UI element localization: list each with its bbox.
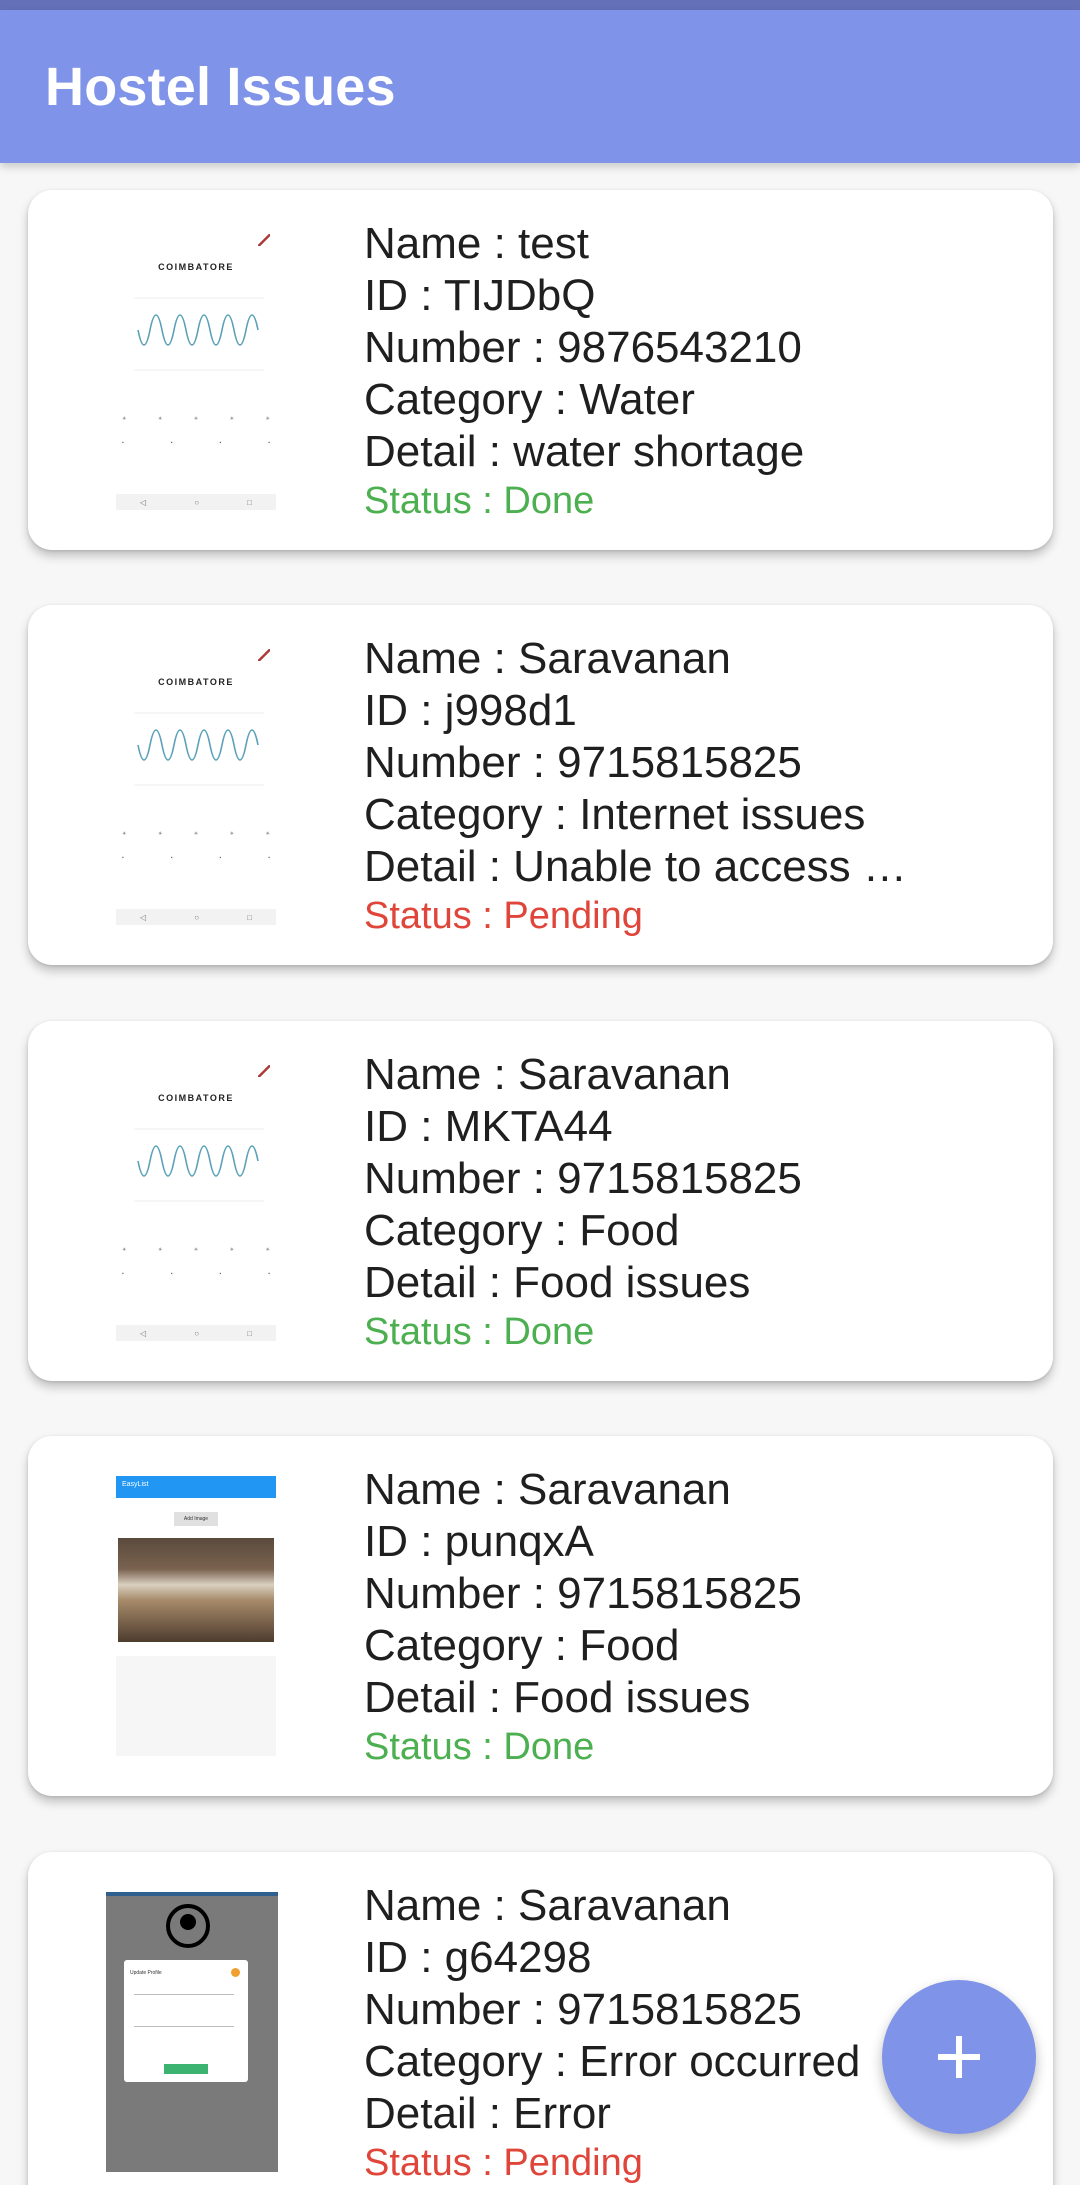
issue-card[interactable]: EasyList Add Image Name : Saravanan ID :… [28, 1436, 1053, 1796]
issue-category: Category : Water [364, 375, 695, 424]
status-bar [0, 0, 1080, 10]
issue-thumbnail: COIMBATORE ☀ ☀ ☀ ☀ ☀ ▪ ▪ ▪ ▪ ◁ ○ □ [116, 645, 276, 925]
thumbnail-city: COIMBATORE [158, 262, 234, 272]
issue-name: Name : Saravanan [364, 1881, 731, 1930]
issue-detail: Detail : Food issues [364, 1673, 751, 1722]
issue-number: Number : 9876543210 [364, 323, 802, 372]
issue-status: Status : Done [364, 480, 595, 522]
thumbnail-city: COIMBATORE [158, 1093, 234, 1103]
thumbnail-chart [134, 712, 264, 786]
issue-id: ID : j998d1 [364, 686, 577, 735]
issue-detail: Detail : Unable to access … [364, 842, 907, 891]
thumbnail-city: COIMBATORE [158, 677, 234, 687]
app-title: Hostel Issues [45, 57, 396, 117]
issue-thumbnail: COIMBATORE ☀ ☀ ☀ ☀ ☀ ▪ ▪ ▪ ▪ ◁ ○ □ [116, 1061, 276, 1341]
issue-category: Category : Food [364, 1621, 680, 1670]
thumbnail-nav-bar: ◁ ○ □ [116, 909, 276, 925]
thumbnail-nav-bar: ◁ ○ □ [116, 1325, 276, 1341]
arrow-icon [258, 234, 270, 246]
issue-card[interactable]: COIMBATORE ☀ ☀ ☀ ☀ ☀ ▪ ▪ ▪ ▪ ◁ ○ □ Name : Saravan… [28, 605, 1053, 965]
add-issue-button[interactable] [882, 1980, 1036, 2134]
close-icon [231, 1968, 240, 1977]
issue-card[interactable]: COIMBATORE ☀ ☀ ☀ ☀ ☀ ▪ ▪ ▪ ▪ ◁ ○ □ Name : Saravan… [28, 1021, 1053, 1381]
issue-thumbnail: EasyList Add Image [116, 1476, 276, 1756]
issue-name: Name : Saravanan [364, 634, 731, 683]
issue-name: Name : Saravanan [364, 1465, 731, 1514]
thumbnail-chart [134, 297, 264, 371]
issue-number: Number : 9715815825 [364, 738, 802, 787]
issue-id: ID : TIJDbQ [364, 271, 596, 320]
issue-info: Name : Saravanan ID : punqxA Number : 97… [364, 1464, 1024, 1770]
issue-status: Status : Pending [364, 2142, 643, 2184]
thumbnail-nav-bar: ◁ ○ □ [116, 494, 276, 510]
plus-icon [938, 2036, 980, 2078]
thumbnail-dialog: Update Profile [124, 1960, 248, 2082]
issue-status: Status : Done [364, 1726, 595, 1768]
issue-status: Status : Pending [364, 895, 643, 937]
issue-status: Status : Done [364, 1311, 595, 1353]
issue-detail: Detail : Food issues [364, 1258, 751, 1307]
issue-info: Name : Saravanan ID : MKTA44 Number : 97… [364, 1049, 1024, 1355]
issue-number: Number : 9715815825 [364, 1569, 802, 1618]
issue-name: Name : Saravanan [364, 1050, 731, 1099]
issue-info: Name : test ID : TIJDbQ Number : 9876543… [364, 218, 1024, 524]
arrow-icon [258, 649, 270, 661]
issue-id: ID : MKTA44 [364, 1102, 613, 1151]
avatar-icon [166, 1904, 210, 1948]
arrow-icon [258, 1065, 270, 1077]
issue-number: Number : 9715815825 [364, 1154, 802, 1203]
thumbnail-app-bar: EasyList [116, 1476, 276, 1498]
issue-name: Name : test [364, 219, 589, 268]
issue-info: Name : Saravanan ID : j998d1 Number : 97… [364, 633, 1024, 939]
issue-category: Category : Internet issues [364, 790, 866, 839]
issue-category: Category : Food [364, 1206, 680, 1255]
issue-id: ID : g64298 [364, 1933, 592, 1982]
app-bar: Hostel Issues [0, 10, 1080, 163]
issue-thumbnail: Update Profile [106, 1892, 278, 2172]
issue-thumbnail: COIMBATORE ☀ ☀ ☀ ☀ ☀ ▪ ▪ ▪ ▪ ◁ ○ □ [116, 230, 276, 510]
issue-card[interactable]: COIMBATORE ☀ ☀ ☀ ☀ ☀ ▪ ▪ ▪ ▪ ◁ ○ □ Name : test ID… [28, 190, 1053, 550]
thumbnail-chart [134, 1128, 264, 1202]
issue-detail: Detail : water shortage [364, 427, 805, 476]
issue-id: ID : punqxA [364, 1517, 594, 1566]
thumbnail-add-image-button: Add Image [174, 1512, 218, 1526]
thumbnail-food-photo [118, 1538, 274, 1642]
